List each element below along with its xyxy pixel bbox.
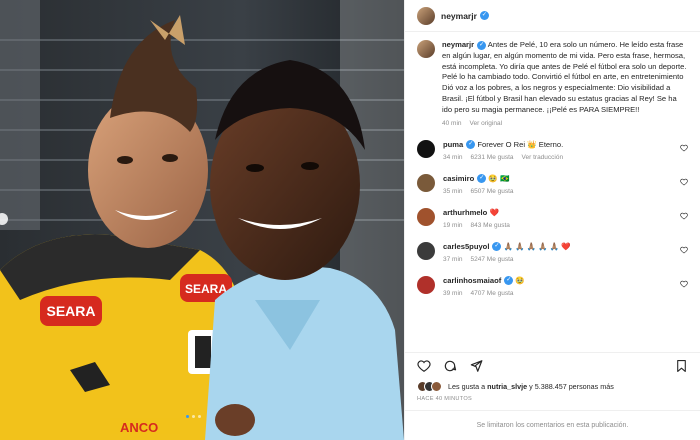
heart-icon[interactable] [680,212,688,220]
caption-username[interactable]: neymarjr [442,40,474,49]
commenter-avatar[interactable] [417,275,435,294]
comment-likes[interactable]: 843 Me gusta [471,222,510,229]
likes-prefix: Les gusta a [448,381,486,391]
caption-meta: 40 min Ver original [442,120,688,127]
carousel-dot [192,415,195,418]
author-avatar[interactable] [417,6,435,25]
comment-time: 35 min [443,187,463,195]
comment-item: carlinhosmaiaof ✓ 🥹 39 min 4707 Me gusta [417,275,688,297]
author-username[interactable]: neymarjr [441,11,477,21]
avatar [431,380,442,392]
post-actions [405,352,700,378]
commenter-avatar[interactable] [417,139,435,158]
commenter-avatar[interactable] [417,241,435,260]
post-header: neymarjr ✓ [405,0,700,32]
comment-time: 39 min [443,289,463,297]
see-translation-link[interactable]: Ver traducción [522,154,564,161]
carousel-dot [186,415,189,418]
comment-username[interactable]: arthurhmelo [443,208,487,217]
comment-username[interactable]: carlinhosmaiaof [443,276,501,285]
post-photo[interactable]: SEARA SEARA ANCO [0,0,404,440]
liker-avatars [417,380,442,392]
comment-item: carles5puyol ✓ 🙏🏽 🙏🏽 🙏🏽 🙏🏽 🙏🏽 ❤️ 37 min 5… [417,241,688,263]
comment-text: 🙏🏽 🙏🏽 🙏🏽 🙏🏽 🙏🏽 ❤️ [503,241,571,251]
commenter-avatar[interactable] [417,207,435,226]
verified-icon: ✓ [492,242,502,252]
comment-text: 🥹 [515,275,525,285]
carousel-dot [198,415,201,418]
likes-user[interactable]: nutria_slvje [487,382,527,391]
post-caption: neymarjr ✓ Antes de Pelé, 10 era solo un … [417,40,688,127]
comment-time: 19 min [443,221,463,229]
heart-icon[interactable] [680,144,688,152]
likes-summary[interactable]: Les gusta a nutria_slvje y 5.388.457 per… [405,378,700,394]
jersey-brand-right: SEARA [185,282,227,296]
comment-item: arthurhmelo ❤️ 19 min 843 Me gusta [417,207,688,229]
caption-time: 40 min [442,119,462,127]
comment-likes[interactable]: 6231 Me gusta [471,154,514,161]
verified-icon: ✓ [477,174,487,184]
comment-text: 🥹 🇧🇷 [488,173,510,183]
photo-illustration: SEARA SEARA ANCO [0,0,404,440]
comment-item: casimiro ✓ 🥹 🇧🇷 35 min 6507 Me gusta [417,173,688,195]
comment-username[interactable]: puma [443,140,463,149]
comment-text: ❤️ [489,207,499,217]
comment-likes[interactable]: 6507 Me gusta [471,188,514,195]
verified-icon: ✓ [479,11,489,20]
comment-username[interactable]: carles5puyol [443,242,489,251]
comment-likes[interactable]: 4707 Me gusta [471,290,514,297]
like-icon[interactable] [417,359,431,373]
comment-time: 34 min [443,153,463,161]
carousel-dots [186,415,201,418]
caption-text: Antes de Pelé, 10 era solo un número. He… [442,40,687,114]
verified-icon: ✓ [504,276,514,286]
verified-icon: ✓ [477,40,487,50]
comment-username[interactable]: casimiro [443,174,474,183]
heart-icon[interactable] [680,246,688,254]
verified-icon: ✓ [466,140,476,150]
commenter-avatar[interactable] [417,173,435,192]
caption-author-avatar[interactable] [417,40,435,58]
photo-banner-text: ANCO [120,420,158,435]
comments-limited-notice: Se limitaron los comentarios en esta pub… [405,410,700,440]
comment-likes[interactable]: 5247 Me gusta [471,256,514,263]
comment-text: Forever O Rei 👑 Eterno. [477,139,564,149]
comment-item: puma ✓ Forever O Rei 👑 Eterno. 34 min 623… [417,139,688,161]
comment-time: 37 min [443,255,463,263]
post-timestamp: HACE 40 MINUTOS [417,396,473,402]
likes-suffix[interactable]: y 5.388.457 personas más [529,382,614,391]
instagram-post: SEARA SEARA ANCO neymarjr ✓ neymarjr ✓ A… [0,0,700,440]
bookmark-icon[interactable] [675,359,688,373]
see-original-link[interactable]: Ver original [470,120,503,127]
jersey-brand-left: SEARA [46,303,95,319]
comment-icon[interactable] [443,359,457,373]
caption-text-block: neymarjr ✓ Antes de Pelé, 10 era solo un … [442,40,688,116]
comments-list[interactable]: neymarjr ✓ Antes de Pelé, 10 era solo un … [405,32,700,352]
heart-icon[interactable] [680,178,688,186]
share-icon[interactable] [469,359,483,373]
heart-icon[interactable] [680,280,688,288]
post-side-panel: neymarjr ✓ neymarjr ✓ Antes de Pelé, 10 e… [404,0,700,440]
